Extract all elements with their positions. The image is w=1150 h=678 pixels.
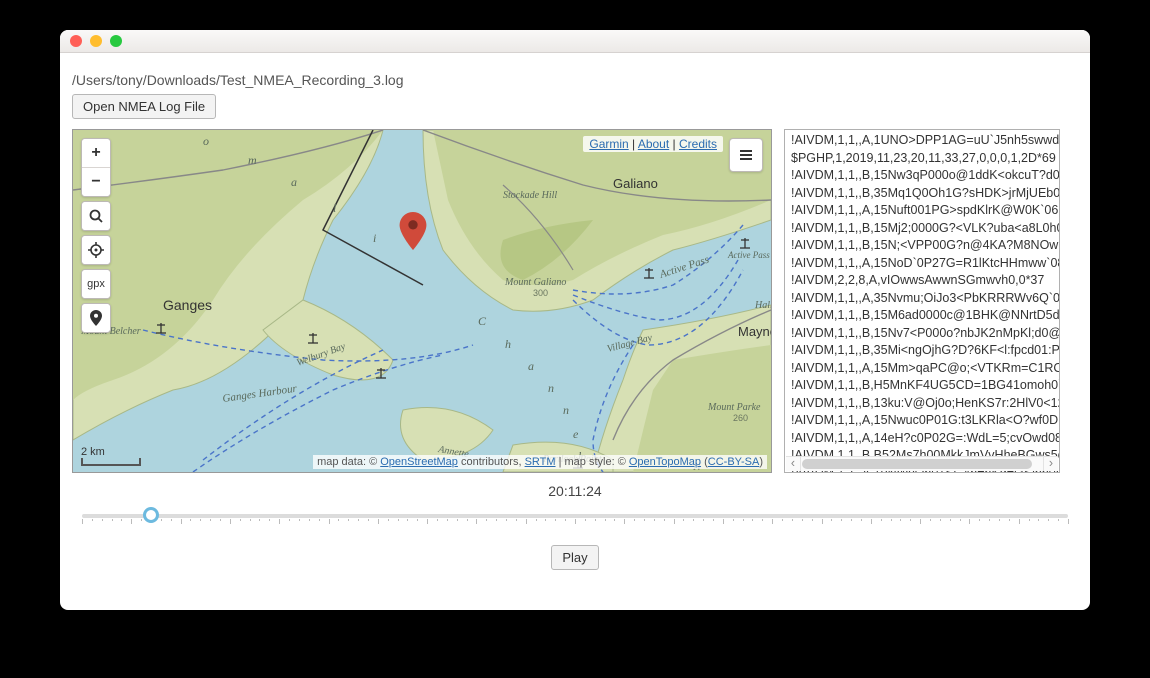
slider-thumb[interactable] [143, 507, 159, 523]
svg-text:Active Pass Lighthouse: Active Pass Lighthouse [727, 250, 771, 260]
svg-text:a: a [291, 175, 297, 189]
svg-text:n: n [548, 381, 554, 395]
svg-text:e: e [573, 427, 579, 441]
garmin-link[interactable]: Garmin [589, 137, 628, 151]
nmea-log-panel: !AIVDM,1,1,,A,1UNO>DPP1AG=uU`J5nh5swwd2 … [784, 129, 1060, 473]
svg-text:Mount Galiano: Mount Galiano [504, 277, 566, 288]
search-icon[interactable] [82, 202, 110, 230]
svg-text:a: a [528, 359, 534, 373]
scroll-left-icon[interactable]: ‹ [786, 457, 801, 471]
licence-link[interactable]: CC-BY-SA [708, 456, 760, 468]
svg-text:C: C [478, 314, 487, 328]
window-close-button[interactable] [70, 35, 82, 47]
map-terrain: Ganges Ganges Harbour Welbury Bay Mount … [73, 130, 771, 472]
app-window: /Users/tony/Downloads/Test_NMEA_Recordin… [60, 30, 1090, 610]
svg-text:Hall: Hall [754, 300, 771, 311]
svg-text:Mayne: Mayne [738, 324, 771, 339]
about-link[interactable]: About [638, 137, 669, 151]
map-provider-links: Garmin | About | Credits [583, 136, 723, 152]
svg-text:300: 300 [533, 288, 548, 298]
svg-text:Ganges: Ganges [163, 297, 212, 313]
pin-icon[interactable] [82, 304, 110, 332]
map-attribution: map data: © OpenStreetMap contributors, … [313, 455, 767, 469]
nmea-log-text[interactable]: !AIVDM,1,1,,A,1UNO>DPP1AG=uU`J5nh5swwd2 … [791, 132, 1060, 473]
zoom-out-button[interactable]: − [82, 168, 110, 196]
svg-text:n: n [563, 403, 569, 417]
svg-text:h: h [505, 337, 511, 351]
scale-bar: 2 km [81, 446, 141, 466]
locate-icon[interactable] [82, 236, 110, 264]
credits-link[interactable]: Credits [679, 137, 717, 151]
svg-text:260: 260 [733, 413, 748, 423]
playback-timestamp: 20:11:24 [72, 483, 1078, 499]
map-controls: + − gpx [81, 138, 111, 333]
svg-text:i: i [373, 231, 376, 245]
file-path-label: /Users/tony/Downloads/Test_NMEA_Recordin… [72, 72, 1078, 88]
osm-link[interactable]: OpenStreetMap [380, 456, 458, 468]
map-marker [399, 212, 427, 250]
play-button[interactable]: Play [551, 545, 598, 570]
map-view[interactable]: Ganges Ganges Harbour Welbury Bay Mount … [72, 129, 772, 473]
svg-text:Galiano: Galiano [613, 176, 658, 191]
opentopomap-link[interactable]: OpenTopoMap [629, 456, 701, 468]
open-file-button[interactable]: Open NMEA Log File [72, 94, 216, 119]
gpx-button[interactable]: gpx [82, 270, 110, 298]
srtm-link[interactable]: SRTM [525, 456, 556, 468]
window-content: /Users/tony/Downloads/Test_NMEA_Recordin… [60, 52, 1090, 610]
playback-slider[interactable] [82, 505, 1068, 525]
window-minimize-button[interactable] [90, 35, 102, 47]
svg-text:Mount Parke: Mount Parke [707, 402, 761, 413]
svg-text:Stockade Hill: Stockade Hill [503, 190, 557, 201]
svg-text:o: o [203, 134, 209, 148]
scrollbar-thumb[interactable] [802, 459, 1032, 469]
zoom-in-button[interactable]: + [82, 139, 110, 168]
svg-text:m: m [248, 153, 257, 167]
titlebar [60, 30, 1090, 53]
window-zoom-button[interactable] [110, 35, 122, 47]
layers-button[interactable] [729, 138, 763, 172]
scroll-right-icon[interactable]: › [1043, 457, 1058, 471]
log-horizontal-scrollbar[interactable]: ‹ › [786, 456, 1058, 471]
